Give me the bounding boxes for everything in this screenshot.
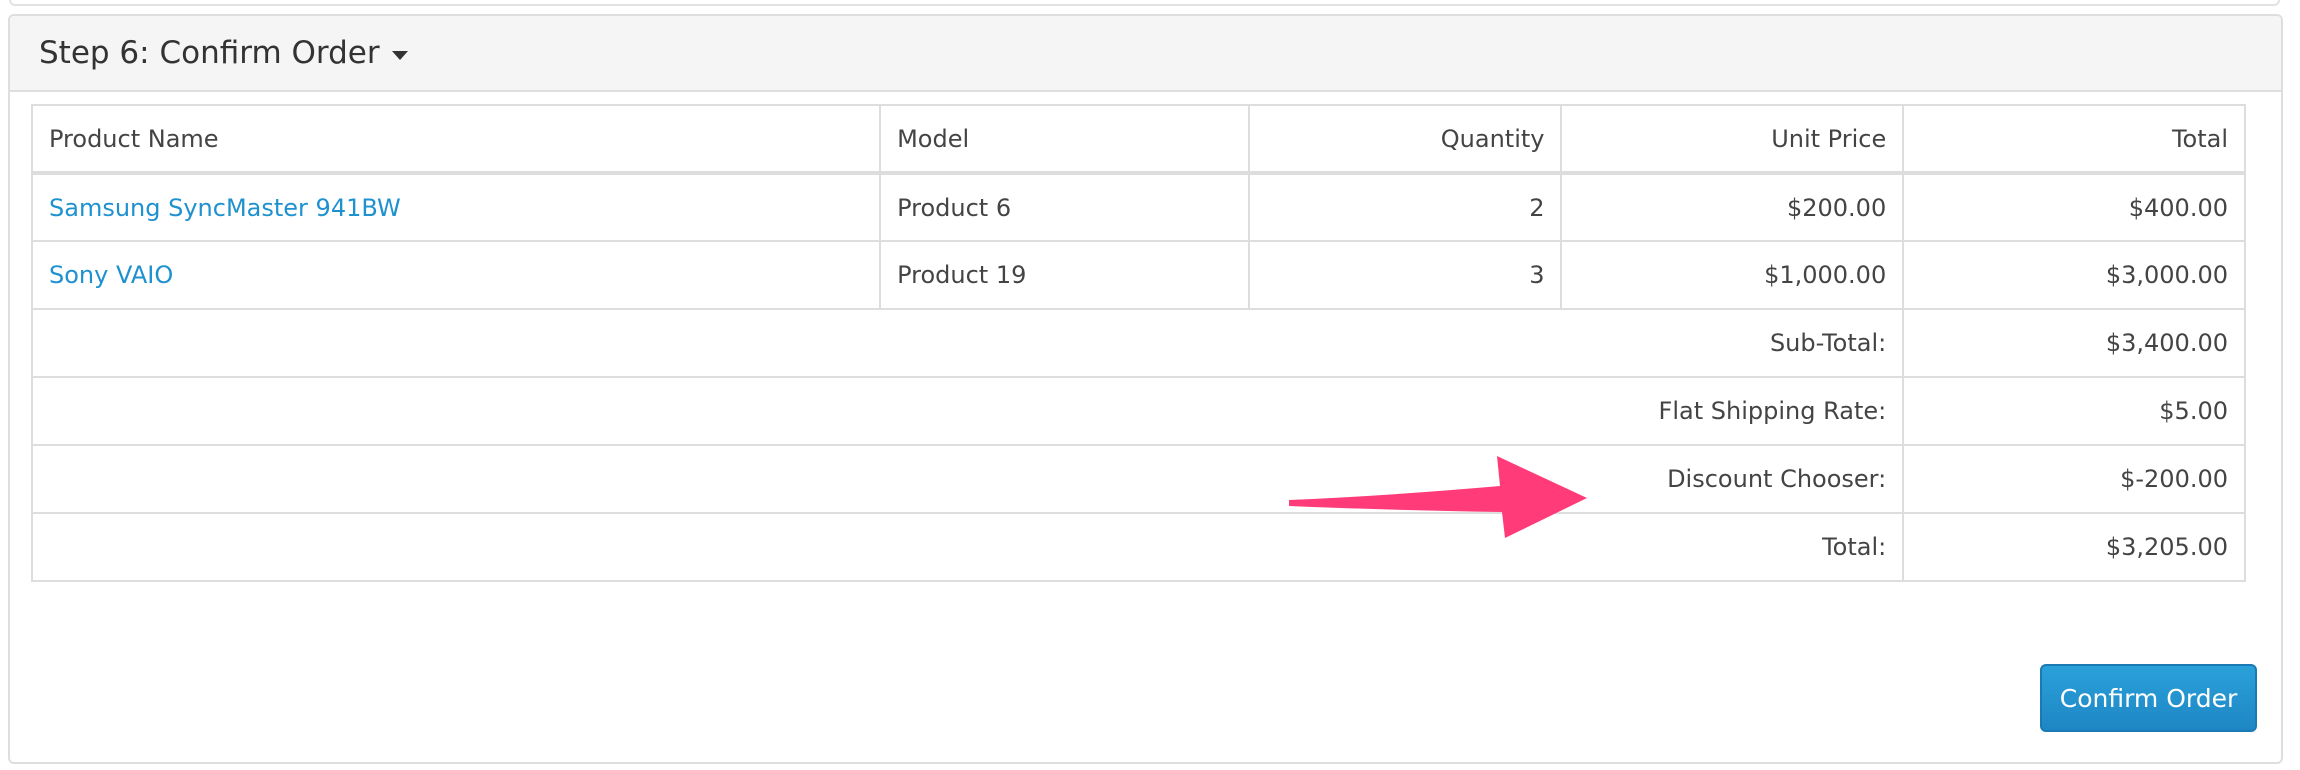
discount-label: Discount Chooser: [30,444,1905,514]
product-name-cell: Sony VAIO [30,240,882,310]
discount-value: $-200.00 [1902,444,2246,514]
grand-total-row: Total: $3,205.00 [30,512,2246,582]
row-total-cell: $400.00 [1902,172,2246,242]
table-row: Sony VAIO Product 19 3 $1,000.00 $3,000.… [30,240,2246,310]
shipping-label: Flat Shipping Rate: [30,376,1905,446]
unit-price-cell: $200.00 [1560,172,1905,242]
header-quantity: Quantity [1247,104,1563,175]
panel-title: Step 6: Confirm Order [39,35,380,71]
quantity-cell: 3 [1247,240,1563,310]
row-total-cell: $3,000.00 [1902,240,2246,310]
caret-down-icon [391,50,408,60]
header-model: Model [879,104,1250,175]
quantity-cell: 2 [1247,172,1563,242]
product-link[interactable]: Samsung SyncMaster 941BW [49,194,401,222]
subtotal-label: Sub-Total: [30,308,1905,378]
table-header-row: Product Name Model Quantity Unit Price T… [30,104,2246,175]
product-name-cell: Samsung SyncMaster 941BW [30,172,882,242]
model-cell: Product 19 [879,240,1250,310]
subtotal-value: $3,400.00 [1902,308,2246,378]
previous-panel-edge [9,0,2280,6]
product-link[interactable]: Sony VAIO [49,261,173,289]
step-6-toggle[interactable]: Step 6: Confirm Order [39,35,408,71]
header-unit-price: Unit Price [1560,104,1905,175]
header-product-name: Product Name [30,104,882,175]
model-cell: Product 6 [879,172,1250,242]
subtotal-row: Sub-Total: $3,400.00 [30,308,2246,378]
header-total: Total [1902,104,2246,175]
grand-total-value: $3,205.00 [1902,512,2246,582]
panel-heading: Step 6: Confirm Order [10,16,2281,92]
order-table: Product Name Model Quantity Unit Price T… [30,104,2246,582]
confirm-order-button[interactable]: Confirm Order [2040,664,2257,732]
table-row: Samsung SyncMaster 941BW Product 6 2 $20… [30,172,2246,242]
discount-row: Discount Chooser: $-200.00 [30,444,2246,514]
unit-price-cell: $1,000.00 [1560,240,1905,310]
shipping-value: $5.00 [1902,376,2246,446]
grand-total-label: Total: [30,512,1905,582]
pointer-arrow-icon [1289,456,1587,538]
shipping-row: Flat Shipping Rate: $5.00 [30,376,2246,446]
